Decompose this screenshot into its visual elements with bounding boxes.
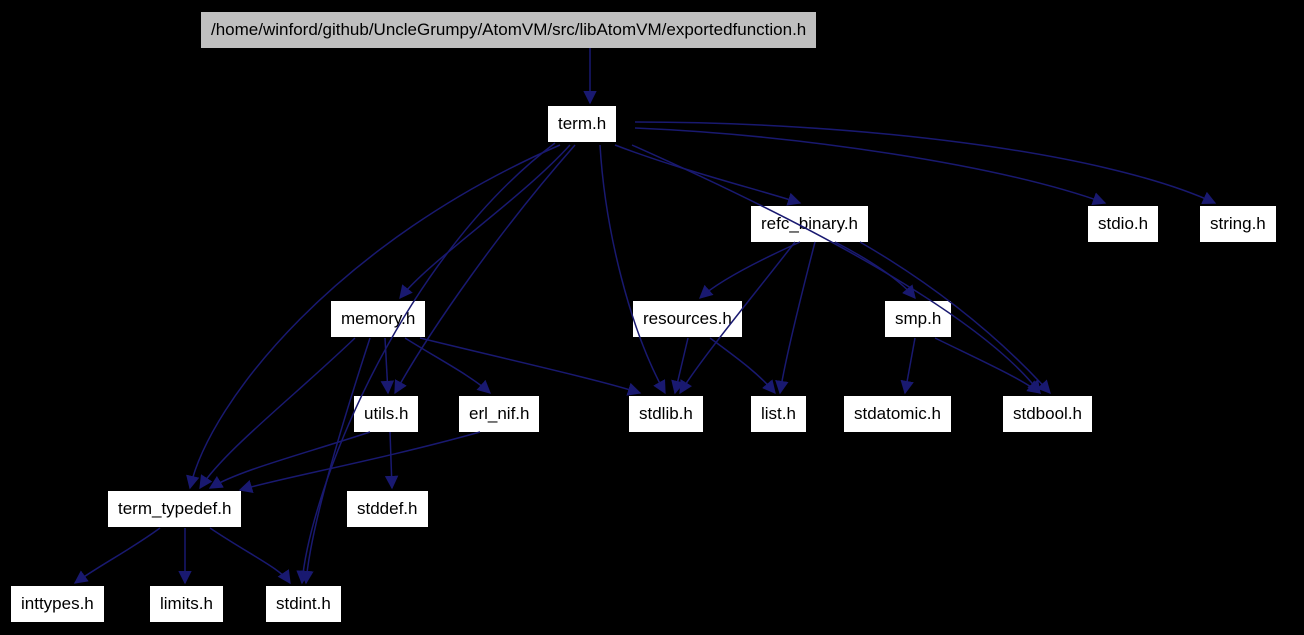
node-smp[interactable]: smp.h (884, 300, 952, 338)
node-inttypes[interactable]: inttypes.h (10, 585, 105, 623)
node-erl-nif[interactable]: erl_nif.h (458, 395, 540, 433)
node-stdlib[interactable]: stdlib.h (628, 395, 704, 433)
node-memory[interactable]: memory.h (330, 300, 426, 338)
node-limits[interactable]: limits.h (149, 585, 224, 623)
node-term[interactable]: term.h (547, 105, 617, 143)
node-term-typedef[interactable]: term_typedef.h (107, 490, 242, 528)
node-refc-binary[interactable]: refc_binary.h (750, 205, 869, 243)
node-string[interactable]: string.h (1199, 205, 1277, 243)
node-stdio[interactable]: stdio.h (1087, 205, 1159, 243)
node-root[interactable]: /home/winford/github/UncleGrumpy/AtomVM/… (200, 11, 817, 49)
node-stdatomic[interactable]: stdatomic.h (843, 395, 952, 433)
node-stdint[interactable]: stdint.h (265, 585, 342, 623)
node-stddef[interactable]: stddef.h (346, 490, 429, 528)
node-stdbool[interactable]: stdbool.h (1002, 395, 1093, 433)
node-utils[interactable]: utils.h (353, 395, 419, 433)
node-list[interactable]: list.h (750, 395, 807, 433)
node-resources[interactable]: resources.h (632, 300, 743, 338)
